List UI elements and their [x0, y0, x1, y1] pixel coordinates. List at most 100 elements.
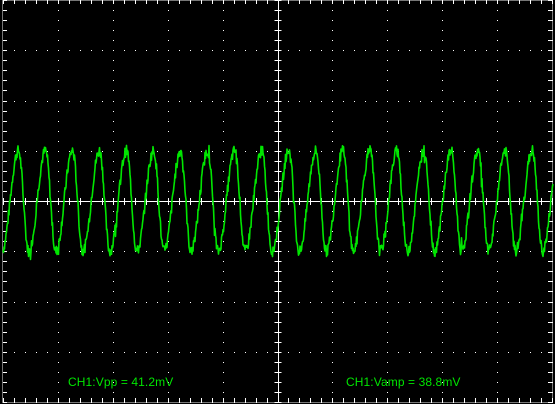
grid-dot — [113, 90, 114, 91]
grid-dot — [113, 312, 114, 313]
grid-dot — [420, 352, 421, 353]
grid-dot — [409, 402, 410, 403]
grid-dot — [497, 171, 498, 172]
grid-dot — [442, 50, 443, 51]
grid-dot — [431, 402, 432, 403]
grid-dot — [321, 151, 322, 152]
grid-dot — [223, 241, 224, 242]
grid-dot — [102, 151, 103, 152]
grid-dot — [310, 151, 311, 152]
grid-dot — [223, 211, 224, 212]
grid-dot — [201, 50, 202, 51]
grid-dot — [58, 131, 59, 132]
grid-dot — [102, 50, 103, 51]
grid-dot — [113, 171, 114, 172]
grid-dot — [497, 131, 498, 132]
grid-dot — [168, 101, 169, 102]
grid-dot — [168, 392, 169, 393]
grid-dot — [124, 101, 125, 102]
grid-dot — [223, 261, 224, 262]
grid-dot — [442, 372, 443, 373]
grid-dot — [80, 50, 81, 51]
grid-dot — [47, 251, 48, 252]
grid-dot — [14, 101, 15, 102]
grid-dot — [497, 161, 498, 162]
grid-dot — [365, 151, 366, 152]
grid-dot — [25, 151, 26, 152]
grid-dot — [552, 352, 553, 353]
grid-dot — [332, 151, 333, 152]
grid-dot — [190, 101, 191, 102]
grid-dot — [508, 352, 509, 353]
grid-dot — [58, 171, 59, 172]
grid-dot — [332, 392, 333, 393]
grid-dot — [552, 161, 553, 162]
grid-dot — [332, 181, 333, 182]
grid-dot — [519, 151, 520, 152]
grid-dot — [387, 30, 388, 31]
grid-dot — [58, 402, 59, 403]
grid-dot — [58, 231, 59, 232]
grid-dot — [387, 352, 388, 353]
grid-dot — [387, 261, 388, 262]
grid-dot — [267, 402, 268, 403]
grid-dot — [332, 312, 333, 313]
grid-dot — [267, 352, 268, 353]
grid-dot — [223, 90, 224, 91]
grid-dot — [25, 352, 26, 353]
grid-dot — [530, 402, 531, 403]
grid-dot — [201, 151, 202, 152]
grid-dot — [442, 141, 443, 142]
grid-dot — [168, 221, 169, 222]
grid-dot — [69, 101, 70, 102]
grid-dot — [14, 151, 15, 152]
grid-dot — [343, 251, 344, 252]
grid-dot — [332, 261, 333, 262]
grid-dot — [113, 392, 114, 393]
grid-dot — [113, 251, 114, 252]
grid-dot — [223, 181, 224, 182]
grid-dot — [113, 261, 114, 262]
grid-dot — [256, 302, 257, 303]
grid-dot — [387, 90, 388, 91]
grid-dot — [256, 50, 257, 51]
grid-dot — [332, 251, 333, 252]
grid-dot — [442, 291, 443, 292]
grid-dot — [508, 50, 509, 51]
grid-dot — [387, 291, 388, 292]
grid-dot — [168, 40, 169, 41]
grid-dot — [552, 312, 553, 313]
grid-dot — [519, 402, 520, 403]
grid-dot — [332, 50, 333, 51]
grid-dot — [365, 251, 366, 252]
grid-dot — [113, 111, 114, 112]
grid-dot — [69, 352, 70, 353]
grid-dot — [442, 221, 443, 222]
grid-dot — [299, 50, 300, 51]
grid-dot — [288, 101, 289, 102]
grid-dot — [453, 352, 454, 353]
grid-dot — [168, 281, 169, 282]
grid-dot — [541, 50, 542, 51]
grid-dot — [234, 50, 235, 51]
grid-dot — [58, 181, 59, 182]
grid-dot — [552, 291, 553, 292]
grid-dot — [332, 271, 333, 272]
grid-dot — [442, 281, 443, 282]
grid-dot — [310, 302, 311, 303]
grid-dot — [113, 151, 114, 152]
grid-dot — [113, 332, 114, 333]
grid-dot — [332, 281, 333, 282]
grid-dot — [387, 50, 388, 51]
grid-dot — [409, 302, 410, 303]
grid-dot — [245, 101, 246, 102]
grid-dot — [486, 352, 487, 353]
grid-dot — [354, 402, 355, 403]
grid-dot — [343, 302, 344, 303]
grid-dot — [157, 402, 158, 403]
grid-dot — [201, 402, 202, 403]
grid-dot — [354, 50, 355, 51]
grid-dot — [508, 151, 509, 152]
grid-dot — [376, 151, 377, 152]
grid-dot — [409, 101, 410, 102]
